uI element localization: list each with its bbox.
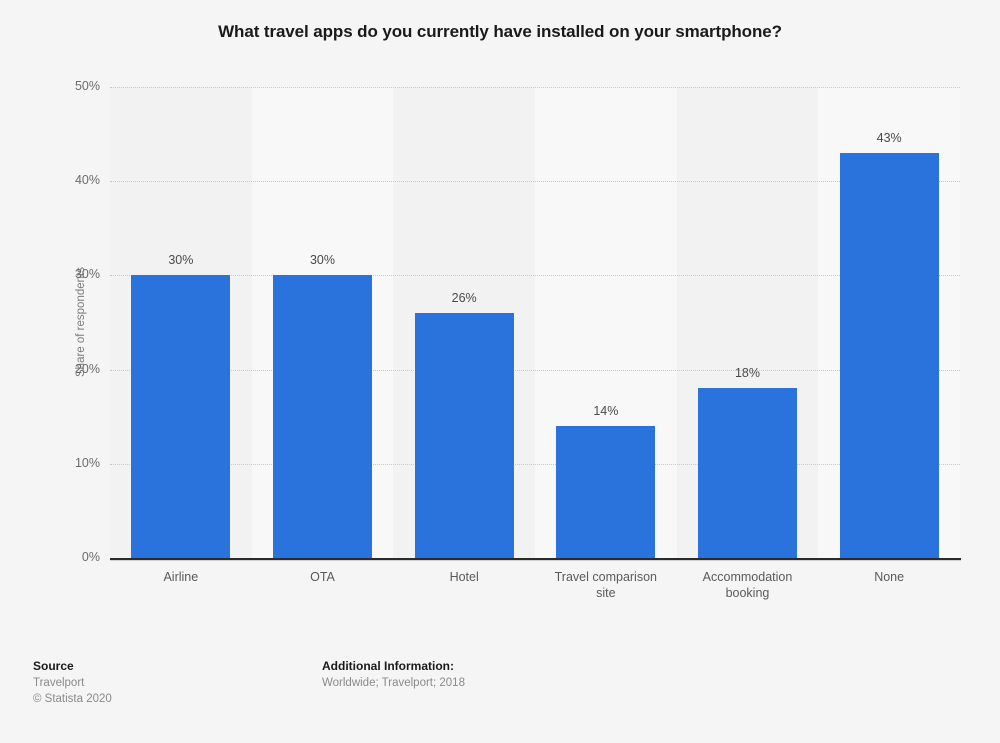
gridline bbox=[110, 275, 960, 277]
bar[interactable] bbox=[839, 152, 939, 558]
bar-value-label: 18% bbox=[734, 366, 761, 381]
y-axis: Share of respondents 50% 40% 30% 20% 10% 0% bbox=[35, 0, 144, 743]
gridline bbox=[110, 181, 960, 183]
x-axis-tick-label-line: Travel comparison bbox=[554, 570, 657, 584]
footer-additional-heading: Additional Information: bbox=[322, 659, 454, 673]
x-axis-tick-label-line: site bbox=[596, 586, 616, 600]
bar-value-label: 43% bbox=[876, 130, 902, 145]
x-axis-tick-label: Accommodation booking bbox=[677, 569, 819, 601]
y-axis-tick-label: 20% bbox=[74, 361, 100, 376]
x-axis-tick-label: Hotel bbox=[393, 569, 535, 585]
y-axis-tick-label: 30% bbox=[74, 267, 100, 282]
footer-source-block: Source Travelport © Statista 2020 bbox=[33, 658, 293, 707]
footer-copyright: © Statista 2020 bbox=[33, 693, 112, 705]
x-axis-tick-label-line: None bbox=[874, 570, 905, 584]
footer: Source Travelport © Statista 2020 Additi… bbox=[0, 648, 1000, 743]
bar[interactable] bbox=[414, 313, 514, 558]
bar-value-label: 26% bbox=[451, 291, 477, 306]
y-axis-tick-label: 0% bbox=[81, 550, 100, 564]
bar-value-label: 30% bbox=[309, 253, 336, 268]
footer-additional-text: Worldwide; Travelport; 2018 bbox=[322, 677, 465, 689]
x-axis-tick-label: None bbox=[818, 569, 960, 585]
footer-source-name: Travelport bbox=[33, 677, 85, 689]
bar-value-label: 14% bbox=[593, 404, 619, 419]
x-axis-tick-label-line: Accommodation bbox=[702, 570, 793, 584]
x-axis-tick-label-line: Airline bbox=[163, 570, 199, 584]
bar[interactable] bbox=[556, 426, 656, 558]
gridline bbox=[110, 87, 960, 88]
y-axis-tick-label: 40% bbox=[74, 173, 100, 188]
y-axis-tick-label: 10% bbox=[74, 455, 100, 470]
y-axis-tick-label: 50% bbox=[74, 79, 100, 93]
x-axis-tick-label: Airline bbox=[110, 569, 252, 585]
x-axis-tick-label-line: Hotel bbox=[449, 570, 479, 584]
footer-additional-block: Additional Information: Worldwide; Trave… bbox=[322, 658, 742, 691]
page-title: What travel apps do you currently have i… bbox=[218, 22, 782, 41]
footer-source-heading: Source bbox=[33, 659, 74, 673]
x-axis-tick-label-line: OTA bbox=[310, 570, 335, 584]
y-axis-title: Share of respondents bbox=[75, 267, 87, 377]
x-axis-tick-label: Travel comparison site bbox=[535, 569, 677, 601]
x-axis-tick-label-line: booking bbox=[725, 586, 770, 600]
x-axis-tick-label: OTA bbox=[252, 569, 394, 585]
gridline bbox=[110, 369, 960, 371]
x-axis-baseline-shadow bbox=[110, 560, 961, 561]
gridline bbox=[110, 463, 960, 465]
bar-value-label: 30% bbox=[168, 253, 194, 268]
bar[interactable] bbox=[273, 275, 372, 558]
bar[interactable] bbox=[698, 388, 797, 558]
plot-area: 30% 30% 26% 14% 18% 43% bbox=[110, 87, 960, 558]
bar[interactable] bbox=[131, 275, 231, 558]
